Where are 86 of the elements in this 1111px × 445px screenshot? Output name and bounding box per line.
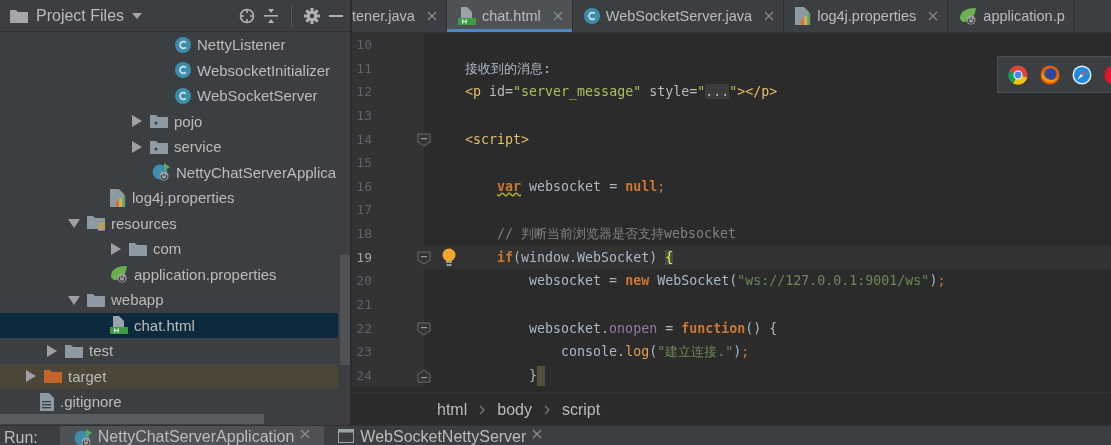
package-folder-icon [150,114,168,129]
collapse-icon[interactable] [263,7,279,24]
fold-marker-icon[interactable] [417,132,431,147]
collapsed-arrow-icon [25,370,37,383]
breadcrumb-item[interactable]: body [497,400,532,419]
editor-tab[interactable]: log4j.properties [784,0,949,32]
expanded-arrow-icon [68,293,80,306]
crosshair-icon[interactable] [239,7,255,24]
class-icon [583,8,600,24]
chevron-right-icon [543,404,550,415]
tree-item[interactable]: target [0,363,338,389]
app-run-icon [73,429,92,445]
browser-icon[interactable] [1008,64,1028,85]
editor-tab[interactable]: WebSocketServer.java [572,0,785,32]
run-tab[interactable]: WebSocketNettyServer [324,426,557,445]
collapsed-arrow-icon [110,242,122,255]
tree-item[interactable]: WebSocketServer [0,83,338,109]
code-line: if(window.WebSocket) { [496,249,674,265]
editor-tab[interactable]: application.p [948,0,1075,32]
expanded-arrow-icon [68,217,80,230]
code-line: websocket.onopen = function() { [528,320,778,336]
code-line: 接收到的消息: [465,60,551,76]
tree-item[interactable]: chat.html [0,312,338,338]
code-line: <p id="server_message" style="..."></p> [465,84,778,100]
run-label: Run: [3,428,39,445]
class-icon [175,62,191,79]
breadcrumb-item[interactable]: html [437,400,468,419]
settings-icon[interactable] [304,7,320,24]
tree-item[interactable]: WebsocketInitializer [0,57,338,83]
chevron-right-icon [479,404,486,415]
tree-item[interactable]: application.properties [0,261,338,287]
tree-item[interactable]: log4j.properties [0,185,338,211]
fold-marker-icon[interactable] [417,250,431,265]
folder-icon [10,8,28,23]
close-icon[interactable] [764,11,775,21]
html-file-icon [110,316,128,335]
tree-item[interactable]: service [0,134,338,160]
fold-marker-icon[interactable] [417,368,431,383]
text-file-icon [40,392,54,411]
code-line: websocket = new WebSocket("ws://127.0.0.1:9001/ws"); [528,273,946,289]
console-window-icon [338,429,355,443]
leaf-icon [110,265,128,284]
resource-folder-icon [87,215,105,232]
editor-tab[interactable]: tener.java [352,0,447,32]
breadcrumb-item[interactable]: script [561,400,601,419]
folder-icon [129,241,147,256]
code-line: var websocket = null; [496,178,666,194]
app-run-icon [152,163,170,182]
package-folder-icon [150,139,168,154]
code-line: // 判断当前浏览器是否支持websocket [496,226,737,241]
properties-file-icon [110,188,126,207]
browser-icon[interactable] [1040,64,1060,85]
code-line: } [528,367,538,383]
scrollbar-thumb[interactable] [0,414,264,424]
close-icon[interactable] [928,11,939,21]
collapsed-arrow-icon [46,344,58,357]
collapsed-arrow-icon [131,115,143,128]
tree-item[interactable]: pojo [0,108,338,134]
class-icon [175,36,191,53]
tree-item[interactable]: NettyChatServerApplica [0,159,338,185]
leaf-icon [959,7,978,25]
folder-icon [65,343,83,358]
panel-title[interactable]: Project Files [36,6,125,25]
fold-marker-icon[interactable] [417,321,431,336]
close-icon[interactable] [532,429,543,439]
close-icon[interactable] [426,11,437,21]
run-tab[interactable]: NettyChatServerApplication [59,426,325,445]
dropdown-caret-icon[interactable] [132,12,143,19]
tree-item[interactable]: webapp [0,287,338,313]
tree-item[interactable]: com [0,236,338,262]
class-icon [175,87,191,104]
compass-icon[interactable] [1072,64,1092,85]
code-line: <script> [465,131,530,147]
html-file-icon [457,7,476,25]
folder-icon [44,369,62,384]
lightbulb-icon[interactable] [442,247,456,268]
code-line: console.log("建立连接."); [560,344,750,360]
editor-tab[interactable]: chat.html [446,0,573,32]
tree-item[interactable]: NettyListener [0,32,338,58]
folder-icon [87,292,105,307]
scrollbar-thumb[interactable] [340,255,350,365]
tree-item[interactable]: resources [0,210,338,236]
collapsed-arrow-icon [131,140,143,153]
tree-item[interactable]: test [0,338,338,364]
tree-item[interactable]: .gitignore [0,389,338,415]
properties-file-icon [795,7,812,25]
